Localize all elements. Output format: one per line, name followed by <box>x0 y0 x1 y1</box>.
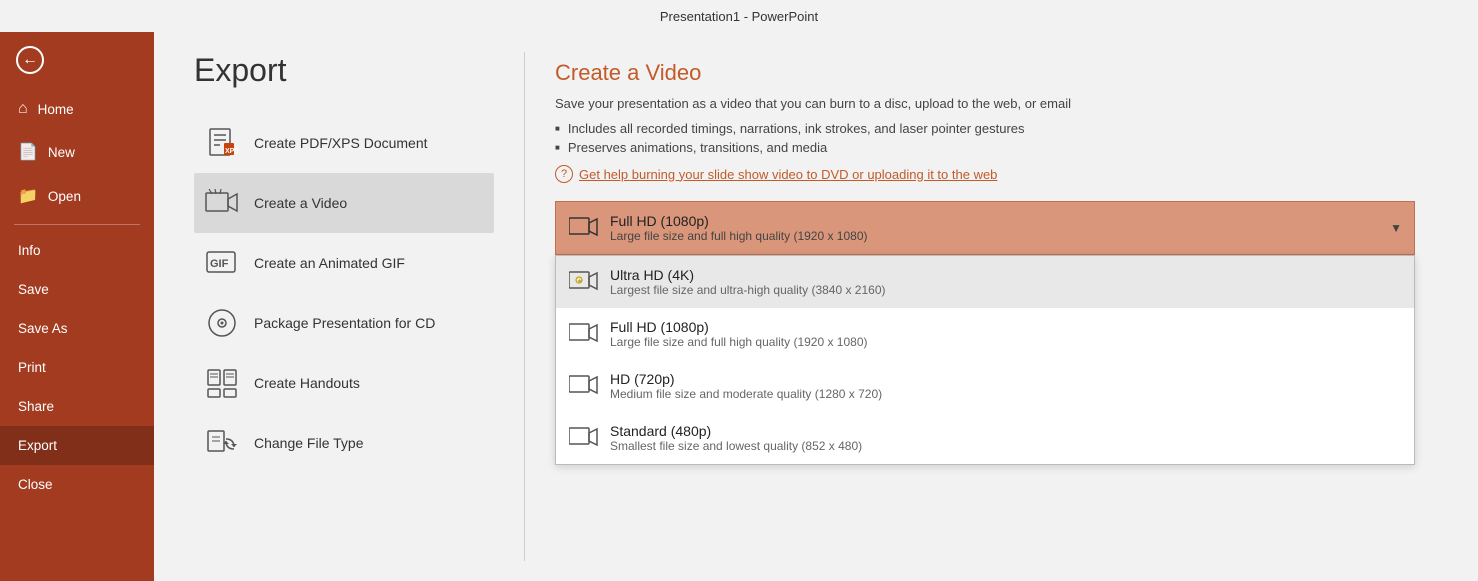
home-icon: ⌂ <box>18 100 28 118</box>
sidebar-item-new[interactable]: 📄 New <box>0 130 154 174</box>
back-icon: ← <box>16 46 44 74</box>
detail-title: Create a Video <box>555 60 1448 86</box>
detail-description: Save your presentation as a video that y… <box>555 96 1448 111</box>
ultra-hd-icon: ★ <box>568 266 600 298</box>
sidebar-item-info[interactable]: Info <box>0 231 154 270</box>
title-bar: Presentation1 - PowerPoint <box>0 0 1478 32</box>
dropdown-item-standard[interactable]: Standard (480p) Smallest file size and l… <box>556 412 1414 464</box>
hd-text: HD (720p) Medium file size and moderate … <box>610 371 882 401</box>
full-hd-text: Full HD (1080p) Large file size and full… <box>610 319 868 349</box>
quality-dropdown[interactable]: Full HD (1080p) Large file size and full… <box>555 201 1415 255</box>
gif-icon: GIF <box>204 245 240 281</box>
export-option-video[interactable]: Create a Video <box>194 173 494 233</box>
open-icon: 📁 <box>18 186 38 206</box>
export-option-pdf[interactable]: XPS Create PDF/XPS Document <box>194 113 494 173</box>
dropdown-arrow-icon: ▼ <box>1390 221 1402 235</box>
new-icon: 📄 <box>18 142 38 162</box>
dropdown-item-hd[interactable]: HD (720p) Medium file size and moderate … <box>556 360 1414 412</box>
standard-title: Standard (480p) <box>610 423 862 439</box>
sidebar-item-home[interactable]: ⌂ Home <box>0 88 154 130</box>
ultra-hd-title: Ultra HD (4K) <box>610 267 886 283</box>
back-button[interactable]: ← <box>0 32 154 88</box>
full-hd-title: Full HD (1080p) <box>610 319 868 335</box>
svg-text:XPS: XPS <box>225 148 238 155</box>
dropdown-item-full-hd[interactable]: Full HD (1080p) Large file size and full… <box>556 308 1414 360</box>
title-bar-text: Presentation1 - PowerPoint <box>660 9 818 24</box>
sidebar-item-close-label: Close <box>18 477 53 492</box>
content-area: Export XPS Create PDF/XPS Document <box>154 32 1478 581</box>
export-option-handouts[interactable]: Create Handouts <box>194 353 494 413</box>
sidebar-item-save-label: Save <box>18 282 49 297</box>
sidebar-item-new-label: New <box>48 145 75 160</box>
svg-text:★: ★ <box>577 278 582 285</box>
changetype-icon <box>204 425 240 461</box>
selected-option-text: Full HD (1080p) Large file size and full… <box>610 213 1380 243</box>
hd-icon <box>568 370 600 402</box>
ultra-hd-subtitle: Largest file size and ultra-high quality… <box>610 283 886 297</box>
sidebar: ← ⌂ Home 📄 New 📁 Open Info Save <box>0 32 154 581</box>
handouts-icon <box>204 365 240 401</box>
sidebar-item-open[interactable]: 📁 Open <box>0 174 154 218</box>
help-icon: ? <box>555 165 573 183</box>
pdf-icon: XPS <box>204 125 240 161</box>
bullet-2: Preserves animations, transitions, and m… <box>555 138 1448 157</box>
export-title: Export <box>194 52 494 89</box>
sidebar-item-info-label: Info <box>18 243 41 258</box>
sidebar-item-open-label: Open <box>48 189 81 204</box>
sidebar-nav: ⌂ Home 📄 New 📁 Open Info Save Save As <box>0 88 154 504</box>
export-option-gif-label: Create an Animated GIF <box>254 255 405 271</box>
export-option-handouts-label: Create Handouts <box>254 375 360 391</box>
full-hd-icon <box>568 318 600 350</box>
sidebar-item-close[interactable]: Close <box>0 465 154 504</box>
help-link-text[interactable]: Get help burning your slide show video t… <box>579 167 997 182</box>
selected-video-quality-icon <box>568 212 600 244</box>
svg-text:GIF: GIF <box>210 258 229 270</box>
export-option-changetype[interactable]: Change File Type <box>194 413 494 473</box>
dropdown-item-ultra-hd[interactable]: ★ Ultra HD (4K) Largest file size and ul… <box>556 256 1414 308</box>
sidebar-item-save[interactable]: Save <box>0 270 154 309</box>
dropdown-selected-option[interactable]: Full HD (1080p) Large file size and full… <box>555 201 1415 255</box>
sidebar-item-print-label: Print <box>18 360 46 375</box>
sidebar-item-save-as[interactable]: Save As <box>0 309 154 348</box>
sidebar-item-save-as-label: Save As <box>18 321 68 336</box>
export-option-gif[interactable]: GIF Create an Animated GIF <box>194 233 494 293</box>
standard-subtitle: Smallest file size and lowest quality (8… <box>610 439 862 453</box>
sidebar-item-share[interactable]: Share <box>0 387 154 426</box>
video-export-icon <box>204 185 240 221</box>
sidebar-item-share-label: Share <box>18 399 54 414</box>
detail-help-link[interactable]: ? Get help burning your slide show video… <box>555 165 1448 183</box>
export-option-video-label: Create a Video <box>254 195 347 211</box>
bullet-1: Includes all recorded timings, narration… <box>555 119 1448 138</box>
hd-title: HD (720p) <box>610 371 882 387</box>
selected-option-title: Full HD (1080p) <box>610 213 1380 229</box>
sidebar-item-export-label: Export <box>18 438 57 453</box>
selected-option-subtitle: Large file size and full high quality (1… <box>610 229 1380 243</box>
sidebar-item-home-label: Home <box>38 102 74 117</box>
ultra-hd-text: Ultra HD (4K) Largest file size and ultr… <box>610 267 886 297</box>
cd-icon <box>204 305 240 341</box>
export-option-package[interactable]: Package Presentation for CD <box>194 293 494 353</box>
export-option-pdf-label: Create PDF/XPS Document <box>254 135 428 151</box>
sidebar-item-print[interactable]: Print <box>0 348 154 387</box>
detail-bullets: Includes all recorded timings, narration… <box>555 119 1448 157</box>
standard-text: Standard (480p) Smallest file size and l… <box>610 423 862 453</box>
export-option-package-label: Package Presentation for CD <box>254 315 435 331</box>
export-menu: Export XPS Create PDF/XPS Document <box>154 32 524 581</box>
detail-panel: Create a Video Save your presentation as… <box>525 32 1478 581</box>
hd-subtitle: Medium file size and moderate quality (1… <box>610 387 882 401</box>
standard-icon <box>568 422 600 454</box>
dropdown-list: ★ Ultra HD (4K) Largest file size and ul… <box>555 255 1415 465</box>
export-option-changetype-label: Change File Type <box>254 435 363 451</box>
sidebar-divider <box>14 224 140 225</box>
sidebar-item-export[interactable]: Export <box>0 426 154 465</box>
full-hd-subtitle: Large file size and full high quality (1… <box>610 335 868 349</box>
